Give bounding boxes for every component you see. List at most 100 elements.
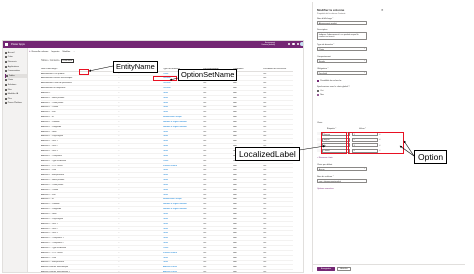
cell-display-name[interactable]: Adresse 1 : Latitude <box>41 121 118 123</box>
cell-display-name[interactable]: Abonnement courrier électronique <box>41 77 118 79</box>
cell-display-name[interactable]: Adresse 2 : Rue 2 <box>41 228 118 230</box>
sidebar-item[interactable]: Power Platform <box>4 102 28 106</box>
cell-display-name[interactable]: Adresse 2 : Téléphone 1 <box>41 237 118 239</box>
cell-display-name[interactable]: Adresse 1 : État/province <box>41 174 118 176</box>
cell-display-name[interactable]: Adresse 1 : Pays/région <box>41 135 118 137</box>
sidebar-item[interactable]: Modèles IA <box>4 92 28 96</box>
table-cell: Oui <box>263 246 267 249</box>
cell-display-name[interactable]: Adresse 1 : Type d'adresse <box>41 160 118 162</box>
cell-display-name[interactable]: Adresse 2 : Rue 1 <box>41 223 118 225</box>
table-cell: Oui <box>203 271 207 273</box>
cell-name: ... <box>118 261 120 264</box>
cell-display-name[interactable]: Adresse 2 : Code postal <box>41 184 118 186</box>
default-choice-select[interactable]: Aucun ⌄ <box>317 167 367 172</box>
column-header[interactable]: Possibilité de recherche <box>263 68 293 70</box>
sidebar-item-label: Créer <box>7 56 13 59</box>
cell-data-type: Nombre à virgule flottante <box>163 120 187 123</box>
table-cell: Oui <box>203 232 207 235</box>
sidebar-item[interactable]: Conversation <box>4 69 28 73</box>
cell-display-name[interactable]: Adresse 1 : Longitude <box>41 126 118 128</box>
table-cell: Oui <box>263 232 267 235</box>
cell-display-name[interactable]: Adresse 1 : Rue 3 <box>41 150 118 152</box>
cell-display-name[interactable]: Adresse courrier électronique <box>41 266 118 268</box>
cell-display-name[interactable]: Adresse 1 : UTC Offset <box>41 165 118 167</box>
radio-icon <box>317 94 320 97</box>
sidebar-item[interactable]: Tables <box>4 74 28 78</box>
cell-display-name[interactable]: Adresse 1 : Nom <box>41 131 118 133</box>
cell-display-name[interactable]: Adresse 1 : Code postal <box>41 102 118 104</box>
cell-display-name[interactable]: Abonnement Poste de personnes <box>41 82 118 84</box>
table-cell: Oui <box>263 212 267 215</box>
datatype-select[interactable]: Choix ⌄ <box>317 47 367 52</box>
more-button[interactable]: ... <box>73 51 75 53</box>
behavior-select[interactable]: Simple ⌄ <box>317 59 367 64</box>
cell-display-name[interactable]: Adresse 1 <box>41 92 118 94</box>
sidebar-item[interactable]: Applications <box>4 65 28 69</box>
column-header[interactable]: Obligatoire <box>233 68 263 70</box>
sync-yes-radio[interactable]: Oui <box>317 90 323 93</box>
cell-display-name[interactable]: Adresse 2 : Latitude <box>41 203 118 205</box>
save-button[interactable]: Enregistrer <box>317 267 335 272</box>
notification-icon[interactable] <box>287 43 291 46</box>
cell-display-name[interactable]: Adresse 1 : Boîte postale <box>41 97 118 99</box>
cell-display-name[interactable]: Adresse 2 : Nom <box>41 213 118 215</box>
schema-name-input[interactable]: new_abonnementproduit <box>317 179 367 184</box>
breadcrumb-tables[interactable]: Tables <box>41 60 48 62</box>
settings-icon[interactable] <box>292 43 295 46</box>
new-column-button[interactable]: + Nouvelle colonne <box>29 50 48 53</box>
table-cell: Non <box>233 251 237 254</box>
cell-display-name[interactable]: Adresse 2 : Comté <box>41 189 118 191</box>
table-cell: Oui <box>203 101 207 104</box>
help-icon[interactable] <box>296 43 299 46</box>
import-button[interactable]: Importer <box>51 51 59 53</box>
sync-no-radio[interactable]: Non <box>317 94 324 97</box>
callout-localizedlabel: LocalizedLabel <box>235 147 300 161</box>
required-select[interactable]: Facultatif ⌄ <box>317 71 367 76</box>
sidebar-item[interactable]: Choix <box>4 79 28 83</box>
cell-display-name[interactable]: Adresse 2 : Longitude <box>41 208 118 210</box>
table-cell: Non <box>233 237 237 240</box>
cell-display-name[interactable]: Adresse courrier électronique 2 <box>41 271 118 272</box>
cell-data-type: Texte <box>163 188 168 191</box>
cell-display-name[interactable]: Adresse 1 : Rue 2 <box>41 145 118 147</box>
cell-display-name[interactable]: Adresse 1 : ID <box>41 116 118 118</box>
cell-display-name[interactable]: Adresse 2 : Type d'adresse <box>41 247 118 249</box>
sidebar-item[interactable]: Découvrir <box>4 60 28 64</box>
cell-display-name[interactable]: Adresse 2 : Téléphone 2 <box>41 242 118 244</box>
searchable-checkbox[interactable]: Possibilité de recherche <box>317 80 341 83</box>
cancel-button[interactable]: Annuler <box>337 267 351 272</box>
app-launcher-icon[interactable] <box>4 42 9 47</box>
edit-button[interactable]: Modifier <box>63 51 71 53</box>
cell-display-name[interactable]: Adresse 1 : Rue 1 <box>41 140 118 142</box>
sidebar-item[interactable]: Accueil <box>4 51 28 55</box>
table-cell: Non <box>233 217 237 220</box>
breadcrumb-current[interactable]: Colonnes <box>60 59 74 64</box>
sidebar-item[interactable]: Solutions <box>4 83 28 87</box>
cell-display-name[interactable]: Adresse 1 : Ville <box>41 169 118 171</box>
add-option-button[interactable]: + Nouveau choix <box>317 157 333 159</box>
cell-display-name[interactable]: Adresse 2 : ID <box>41 198 118 200</box>
cell-display-name[interactable]: Adresse 2 : UTC Offset <box>41 252 118 254</box>
cell-display-name[interactable]: Adresse 1 : Fax <box>41 111 118 113</box>
description-input[interactable]: Indiquez l'abonnement à un produit auque… <box>317 32 367 40</box>
display-name-input[interactable]: Abonnement produit <box>317 21 367 26</box>
cell-display-name[interactable]: Adresse 2 : Rue 3 <box>41 232 118 234</box>
breadcrumb-contacts[interactable]: Contacts <box>50 60 59 62</box>
cell-display-name[interactable]: Abonnement au téléphone <box>41 87 118 89</box>
cell-display-name[interactable]: Adresse 2 : Boîte postale <box>41 179 118 181</box>
environment-picker[interactable]: Environment Contoso (default) <box>261 42 275 47</box>
sidebar-item[interactable]: Créer <box>4 56 28 60</box>
advanced-options-toggle[interactable]: Options avancées <box>317 188 334 190</box>
cell-display-name[interactable]: Adresse 1 : Téléphone <box>41 155 118 157</box>
table-row[interactable]: Adresse courrier électronique 2... Adress… <box>41 270 293 273</box>
avatar[interactable] <box>299 42 303 47</box>
close-icon[interactable]: ✕ <box>381 8 384 12</box>
sidebar-item[interactable]: Plus <box>4 97 28 101</box>
sidebar-item[interactable]: Flux <box>4 88 28 92</box>
cell-display-name[interactable]: Adresse 2 : Ville <box>41 257 118 259</box>
cell-display-name[interactable]: Adresse 1 : Comté <box>41 106 118 108</box>
chevron-down-icon: ⌄ <box>363 60 366 63</box>
cell-display-name[interactable]: Adresse 2 : État/province <box>41 261 118 263</box>
cell-display-name[interactable]: Adresse 2 : Fax <box>41 194 118 196</box>
cell-display-name[interactable]: Adresse 2 : Pays/région <box>41 218 118 220</box>
